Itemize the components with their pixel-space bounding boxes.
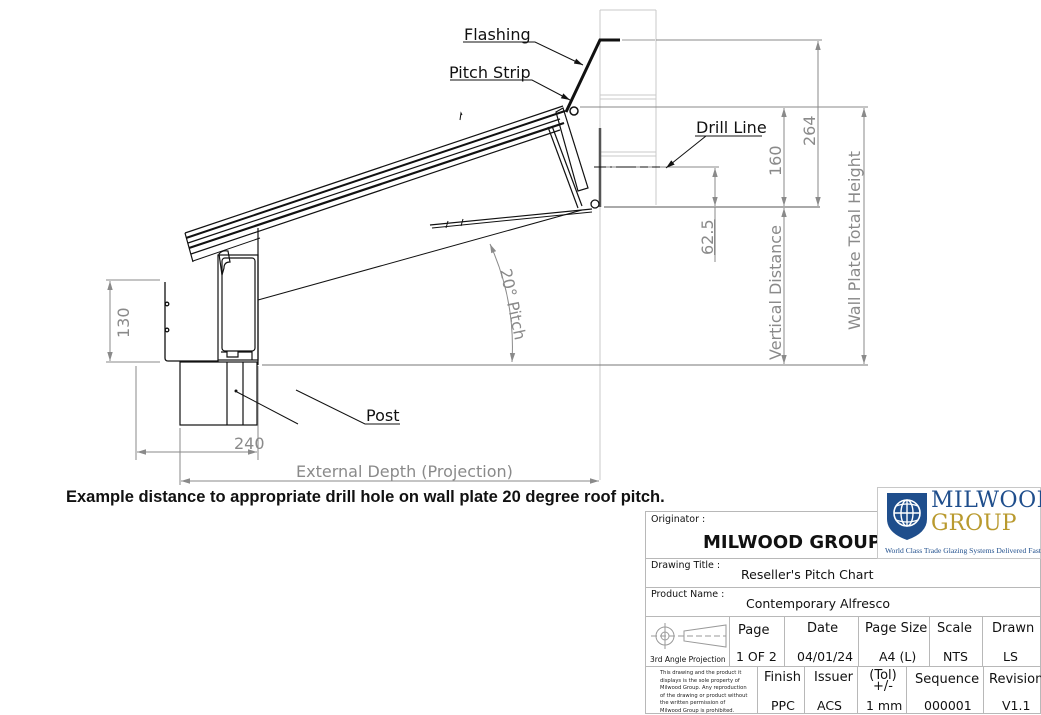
disclaimer-cell: This drawing and the product it displays…	[645, 666, 758, 714]
finish-header: Finish	[764, 670, 802, 685]
product-name-cell: Product Name : Contemporary Alfresco	[645, 587, 1041, 617]
page-size-cell: Page Size A4 (L)	[858, 616, 930, 667]
pitch-label: 20° Pitch	[496, 267, 530, 342]
finish-cell: Finish PPC	[757, 666, 805, 714]
logo-line1: MILWOOD	[931, 488, 1041, 513]
wall-plate	[590, 128, 602, 209]
page-size-value: A4 (L)	[879, 649, 917, 664]
revision-value: V1.1	[1002, 698, 1031, 713]
wall-plate-total-height-label: Wall Plate Total Height	[845, 151, 864, 330]
post-label: Post	[366, 406, 399, 425]
revision-cell: Revision V1.1	[983, 666, 1041, 714]
originator-value: MILWOOD GROUP	[703, 532, 882, 553]
milwood-logo: MILWOOD GROUP World Class Trade Glazing …	[877, 487, 1041, 559]
originator-cell: Originator : MILWOOD GROUP	[645, 511, 882, 559]
date-value: 04/01/24	[797, 649, 854, 664]
drawing-title-value: Reseller's Pitch Chart	[741, 567, 874, 582]
drill-line-label: Drill Line	[696, 118, 767, 137]
drawing-caption: Example distance to appropriate drill ho…	[66, 488, 665, 506]
gutter-height-dimension: 130	[106, 279, 160, 363]
projection-cell: 3rd Angle Projection	[645, 616, 730, 667]
page-header: Page	[738, 623, 770, 638]
third-angle-projection-icon	[651, 623, 727, 649]
scale-cell: Scale NTS	[929, 616, 983, 667]
sequence-cell: Sequence 000001	[906, 666, 984, 714]
wall-plate-dimensions: 62.5 160 264 Vertical Distance Wall Plat…	[580, 39, 868, 364]
product-name-label: Product Name :	[651, 589, 725, 600]
issuer-header: Issuer	[814, 670, 853, 685]
pitch-angle-dimension: 20° Pitch	[489, 243, 530, 363]
drawn-value: LS	[1003, 649, 1018, 664]
post-width-value: 240	[234, 434, 265, 453]
post-width-dimension: 240	[135, 366, 265, 460]
scale-header: Scale	[937, 621, 972, 636]
date-header: Date	[807, 621, 839, 636]
roof-glazing	[184, 105, 593, 301]
external-depth-label: External Depth (Projection)	[296, 462, 513, 481]
tolerance-value: 1 mm	[866, 698, 903, 713]
issuer-value: ACS	[817, 698, 842, 713]
page-cell: Page 1 OF 2	[729, 616, 785, 667]
wall	[599, 9, 657, 480]
drawing-title-label: Drawing Title :	[651, 560, 721, 571]
finish-value: PPC	[771, 698, 795, 713]
tolerance-cell: (Tol) +/- 1 mm	[857, 666, 907, 714]
gutter	[164, 282, 219, 362]
originator-label: Originator :	[651, 514, 706, 525]
sequence-value: 000001	[924, 698, 972, 713]
scale-value: NTS	[943, 649, 968, 664]
post	[179, 361, 258, 426]
logo-tagline: World Class Trade Glazing Systems Delive…	[885, 546, 1041, 555]
globe-shield-icon	[887, 493, 927, 540]
flashing-height-value: 264	[800, 115, 819, 146]
product-name-value: Contemporary Alfresco	[746, 596, 890, 611]
revision-header: Revision	[989, 672, 1041, 687]
wall-plate-upper-value: 160	[766, 145, 785, 176]
tolerance-header: (Tol) +/-	[869, 668, 897, 694]
date-cell: Date 04/01/24	[784, 616, 859, 667]
page-value: 1 OF 2	[736, 649, 777, 664]
projection-label: 3rd Angle Projection	[650, 655, 726, 664]
drawn-cell: Drawn LS	[982, 616, 1041, 667]
vertical-distance-label: Vertical Distance	[766, 225, 785, 360]
eaves-beam	[217, 228, 259, 365]
drill-offset-value: 62.5	[698, 219, 717, 255]
drawn-header: Drawn	[992, 621, 1035, 636]
issuer-cell: Issuer ACS	[804, 666, 858, 714]
sequence-header: Sequence	[915, 672, 980, 687]
flashing-label: Flashing	[464, 25, 531, 44]
flashing-profile	[564, 38, 655, 116]
pitch-strip-label: Pitch Strip	[449, 63, 531, 82]
gutter-height-value: 130	[114, 307, 133, 338]
logo-line2: GROUP	[931, 511, 1017, 536]
drawing-title-cell: Drawing Title : Reseller's Pitch Chart	[645, 558, 1041, 588]
page-size-header: Page Size	[865, 621, 928, 636]
disclaimer-text: This drawing and the product it displays…	[660, 670, 748, 714]
